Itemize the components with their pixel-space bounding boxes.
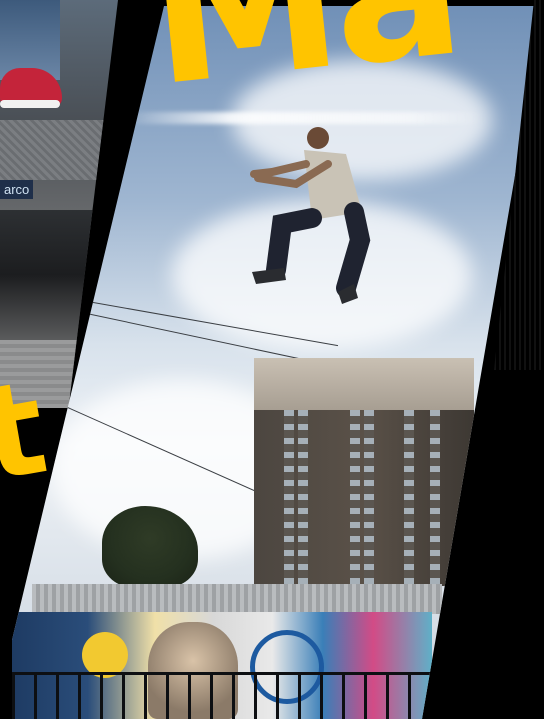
leg [336, 202, 371, 298]
sneaker-sole [0, 100, 60, 108]
leg [266, 208, 322, 280]
metal-fence [12, 672, 432, 719]
shoe [252, 268, 286, 284]
window-column [404, 410, 414, 586]
window-column [364, 410, 374, 586]
arm [250, 160, 310, 178]
jumping-person-figure [250, 127, 371, 304]
brand-sticker: arco [0, 180, 34, 199]
head [307, 127, 329, 149]
window-column [350, 410, 360, 586]
metal-stage-plate [0, 120, 118, 180]
photo-collage: arco Ma t [0, 0, 544, 719]
tower-top-floors [254, 358, 474, 410]
window-column [430, 410, 440, 586]
tower-block [254, 358, 474, 586]
jumping-person [242, 120, 382, 310]
window-column [284, 410, 294, 586]
window-column [298, 410, 308, 586]
corrugated-roof [32, 584, 442, 614]
brush-lettering-top: Ma [139, 0, 466, 129]
